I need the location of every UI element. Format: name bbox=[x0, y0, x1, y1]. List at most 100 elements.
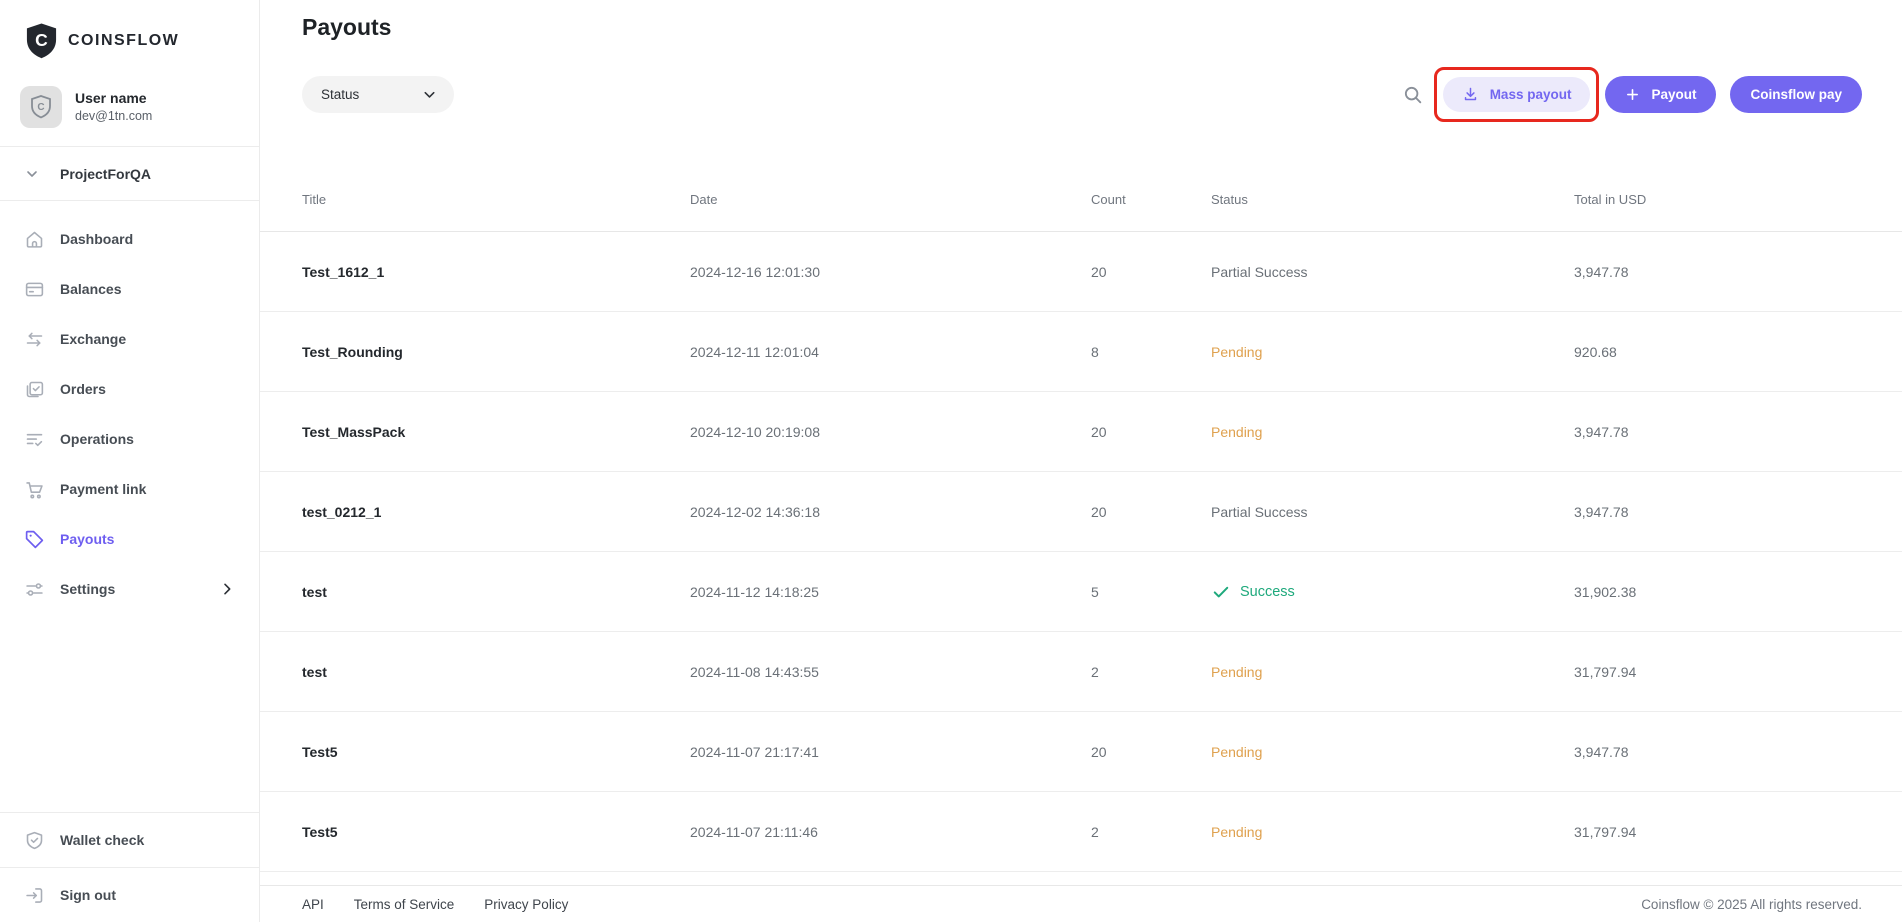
sidebar-item-label: Wallet check bbox=[60, 832, 145, 848]
payout-total: 3,947.78 bbox=[1574, 503, 1629, 520]
status-label: Pending bbox=[1211, 663, 1263, 680]
app: C COINSFLOW C User name dev@1tn.com Proj… bbox=[0, 0, 1902, 922]
copyright-text: Coinsflow © 2025 All rights reserved. bbox=[1641, 896, 1862, 912]
exchange-icon bbox=[24, 329, 45, 350]
table-row[interactable]: test_0212_1 2024-12-02 14:36:18 20 Parti… bbox=[260, 472, 1902, 552]
page-footer: API Terms of Service Privacy Policy Coin… bbox=[260, 885, 1902, 922]
table-row[interactable]: Test_MassPack 2024-12-10 20:19:08 20 Pen… bbox=[260, 392, 1902, 472]
column-header-title: Title bbox=[302, 192, 327, 207]
brand-logo: C COINSFLOW bbox=[0, 0, 259, 60]
table-body: Test_1612_1 2024-12-16 12:01:30 20 Parti… bbox=[260, 232, 1902, 872]
payout-status: Pending bbox=[1211, 664, 1574, 680]
toolbar: Status Mass payout Payout Coinsflow pay bbox=[302, 67, 1862, 122]
payout-date: 2024-11-08 14:43:55 bbox=[690, 663, 819, 680]
sidebar-item-label: Orders bbox=[60, 381, 106, 397]
card-icon bbox=[24, 279, 45, 300]
sliders-icon bbox=[24, 579, 45, 600]
table-row[interactable]: Test5 2024-11-07 21:11:46 2 Pending 31,7… bbox=[260, 792, 1902, 872]
chevron-down-icon bbox=[421, 86, 438, 103]
plus-icon bbox=[1625, 87, 1640, 102]
footer-link-privacy[interactable]: Privacy Policy bbox=[484, 897, 568, 912]
brand-name: COINSFLOW bbox=[68, 32, 180, 49]
sidebar-item-sign-out[interactable]: Sign out bbox=[0, 868, 259, 922]
payout-label: Payout bbox=[1651, 87, 1697, 102]
sidebar-item-payouts[interactable]: Payouts bbox=[0, 514, 259, 564]
payout-title: test_0212_1 bbox=[302, 503, 382, 520]
payout-status: Pending bbox=[1211, 344, 1574, 360]
payout-title: test bbox=[302, 583, 327, 600]
footer-link-terms[interactable]: Terms of Service bbox=[354, 897, 455, 912]
payout-title: Test5 bbox=[302, 823, 338, 840]
payout-title: Test_Rounding bbox=[302, 343, 403, 360]
status-label: Pending bbox=[1211, 743, 1263, 760]
table-row[interactable]: test 2024-11-08 14:43:55 2 Pending 31,79… bbox=[260, 632, 1902, 712]
cart-icon bbox=[24, 479, 45, 500]
sidebar-item-balances[interactable]: Balances bbox=[0, 264, 259, 314]
payout-date: 2024-12-16 12:01:30 bbox=[690, 263, 820, 280]
payout-status: Pending bbox=[1211, 744, 1574, 760]
check-icon bbox=[1211, 582, 1231, 602]
status-label: Success bbox=[1240, 583, 1295, 600]
toolbar-actions: Mass payout Payout Coinsflow pay bbox=[1400, 67, 1862, 122]
project-name: ProjectForQA bbox=[60, 165, 152, 182]
mass-payout-label: Mass payout bbox=[1489, 87, 1572, 102]
coinsflow-pay-label: Coinsflow pay bbox=[1750, 87, 1842, 102]
table-row[interactable]: Test_Rounding 2024-12-11 12:01:04 8 Pend… bbox=[260, 312, 1902, 392]
logout-icon bbox=[24, 885, 45, 906]
annotation-highlight: Mass payout bbox=[1433, 67, 1600, 122]
orders-icon bbox=[24, 379, 45, 400]
sidebar-item-exchange[interactable]: Exchange bbox=[0, 314, 259, 364]
status-filter-dropdown[interactable]: Status bbox=[302, 76, 454, 113]
table-row[interactable]: test 2024-11-12 14:18:25 5 Success 31,90… bbox=[260, 552, 1902, 632]
payout-total: 920.68 bbox=[1574, 343, 1617, 360]
payout-title: Test5 bbox=[302, 743, 338, 760]
sidebar-item-orders[interactable]: Orders bbox=[0, 364, 259, 414]
payout-count: 5 bbox=[1091, 583, 1099, 600]
payout-date: 2024-11-07 21:11:46 bbox=[690, 823, 818, 840]
download-icon bbox=[1462, 86, 1479, 103]
chevron-down-icon bbox=[24, 163, 45, 184]
chevron-right-icon bbox=[219, 581, 235, 597]
payout-total: 31,797.94 bbox=[1574, 823, 1637, 840]
column-header-total: Total in USD bbox=[1574, 192, 1647, 207]
svg-text:C: C bbox=[35, 30, 48, 50]
payout-total: 3,947.78 bbox=[1574, 423, 1629, 440]
payout-total: 31,797.94 bbox=[1574, 663, 1637, 680]
sidebar-menu: Dashboard Balances Exchange Orders Opera… bbox=[0, 201, 259, 614]
status-label: Pending bbox=[1211, 423, 1263, 440]
sidebar-item-operations[interactable]: Operations bbox=[0, 414, 259, 464]
mass-payout-button[interactable]: Mass payout bbox=[1442, 77, 1591, 112]
sidebar-item-label: Operations bbox=[60, 431, 134, 447]
sidebar-item-label: Balances bbox=[60, 281, 122, 297]
status-label: Pending bbox=[1211, 343, 1263, 360]
footer-link-api[interactable]: API bbox=[302, 897, 324, 912]
project-selector[interactable]: ProjectForQA bbox=[0, 147, 259, 200]
payout-date: 2024-11-07 21:17:41 bbox=[690, 743, 819, 760]
main-header: Payouts Status Mass payout Payout Coinsf… bbox=[260, 0, 1902, 122]
tag-icon bbox=[24, 529, 45, 550]
sidebar-item-payment-link[interactable]: Payment link bbox=[0, 464, 259, 514]
payout-status: Pending bbox=[1211, 824, 1574, 840]
payout-count: 8 bbox=[1091, 343, 1099, 360]
sidebar-item-dashboard[interactable]: Dashboard bbox=[0, 214, 259, 264]
payout-count: 2 bbox=[1091, 663, 1099, 680]
sidebar: C COINSFLOW C User name dev@1tn.com Proj… bbox=[0, 0, 260, 922]
user-profile[interactable]: C User name dev@1tn.com bbox=[0, 86, 259, 128]
avatar: C bbox=[20, 86, 62, 128]
sidebar-item-label: Exchange bbox=[60, 331, 127, 347]
sidebar-item-wallet-check[interactable]: Wallet check bbox=[0, 813, 259, 867]
payout-status: Pending bbox=[1211, 424, 1574, 440]
payout-button[interactable]: Payout bbox=[1605, 76, 1717, 113]
payout-count: 20 bbox=[1091, 743, 1107, 760]
payout-title: test bbox=[302, 663, 327, 680]
payout-status: Partial Success bbox=[1211, 504, 1574, 520]
table-row[interactable]: Test5 2024-11-07 21:17:41 20 Pending 3,9… bbox=[260, 712, 1902, 792]
sidebar-item-settings[interactable]: Settings bbox=[0, 564, 259, 614]
coinsflow-shield-icon: C bbox=[24, 22, 59, 60]
home-icon bbox=[24, 229, 45, 250]
payout-total: 31,902.38 bbox=[1574, 583, 1637, 600]
coinsflow-pay-button[interactable]: Coinsflow pay bbox=[1730, 76, 1862, 113]
table-row[interactable]: Test_1612_1 2024-12-16 12:01:30 20 Parti… bbox=[260, 232, 1902, 312]
search-icon[interactable] bbox=[1400, 82, 1426, 108]
page-title: Payouts bbox=[302, 14, 392, 40]
